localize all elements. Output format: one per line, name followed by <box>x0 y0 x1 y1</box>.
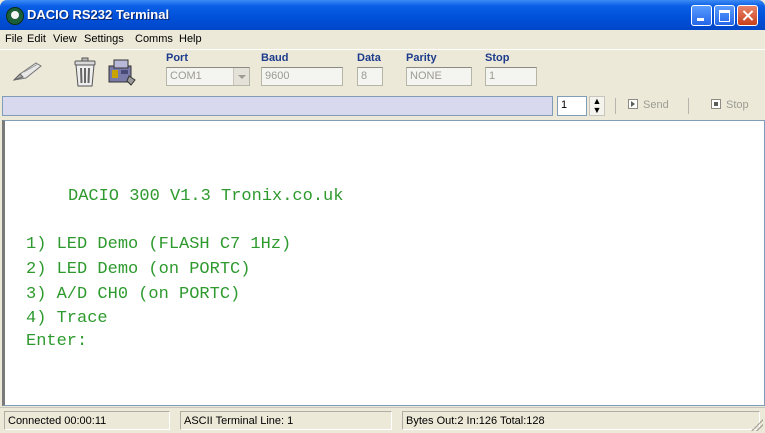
send-bar: 1 ▲ ▼ Send Stop <box>0 94 765 118</box>
baud-label: Baud <box>261 52 289 64</box>
menu-edit[interactable]: Edit <box>27 33 46 45</box>
stop-label: Stop <box>485 52 510 64</box>
stop-label: Stop <box>726 99 749 111</box>
baud-field[interactable]: 9600 <box>261 67 343 86</box>
send-button[interactable]: Send <box>628 97 688 115</box>
stop-button[interactable]: Stop <box>711 97 765 115</box>
minimize-button[interactable] <box>691 5 712 26</box>
menu-settings[interactable]: Settings <box>84 33 124 45</box>
terminal-prompt: Enter: <box>26 332 88 351</box>
toolbar: Port COM1 Baud 9600 Data 8 Parity NONE S… <box>0 49 765 94</box>
connect-pen-icon[interactable] <box>12 60 44 84</box>
separator <box>688 98 689 114</box>
title-bar[interactable]: DACIO RS232 Terminal <box>0 0 765 30</box>
repeat-count-field[interactable]: 1 <box>557 96 587 116</box>
terminal-output[interactable]: DACIO 300 V1.3 Tronix.co.uk 1) LED Demo … <box>2 120 765 406</box>
repeat-count-spinner[interactable]: ▲ ▼ <box>589 96 605 116</box>
trash-icon[interactable] <box>68 56 102 88</box>
menu-bar: File Edit View Settings Comms Help <box>0 30 765 49</box>
status-bar: Connected 00:00:11 ASCII Terminal Line: … <box>0 407 765 433</box>
app-icon <box>6 7 24 25</box>
menu-comms[interactable]: Comms <box>135 33 173 45</box>
status-bytes: Bytes Out:2 In:126 Total:128 <box>402 411 760 430</box>
terminal-header-line: DACIO 300 V1.3 Tronix.co.uk <box>68 187 344 206</box>
window-title: DACIO RS232 Terminal <box>27 7 170 22</box>
port-value: COM1 <box>170 70 202 82</box>
separator <box>615 98 616 114</box>
send-label: Send <box>643 99 669 111</box>
menu-help[interactable]: Help <box>179 33 202 45</box>
parity-field[interactable]: NONE <box>406 67 472 86</box>
port-label: Port <box>166 52 188 64</box>
data-field[interactable]: 8 <box>357 67 383 86</box>
resize-grip-icon[interactable] <box>751 419 763 431</box>
stop-icon <box>711 99 721 109</box>
menu-file[interactable]: File <box>5 33 23 45</box>
status-connected: Connected 00:00:11 <box>4 411 170 430</box>
chevron-down-icon[interactable] <box>233 68 249 85</box>
data-label: Data <box>357 52 381 64</box>
play-icon <box>628 99 638 109</box>
chip-icon[interactable] <box>105 56 139 88</box>
terminal-line: 4) Trace <box>26 309 108 328</box>
close-button[interactable] <box>737 5 758 26</box>
terminal-line: 1) LED Demo (FLASH C7 1Hz) <box>26 235 292 254</box>
stop-field[interactable]: 1 <box>485 67 537 86</box>
port-select[interactable]: COM1 <box>166 67 250 86</box>
parity-label: Parity <box>406 52 437 64</box>
terminal-line: 2) LED Demo (on PORTC) <box>26 260 251 279</box>
send-input[interactable] <box>2 96 553 116</box>
status-mode: ASCII Terminal Line: 1 <box>180 411 392 430</box>
menu-view[interactable]: View <box>53 33 77 45</box>
terminal-line: 3) A/D CH0 (on PORTC) <box>26 285 241 304</box>
maximize-button[interactable] <box>714 5 735 26</box>
